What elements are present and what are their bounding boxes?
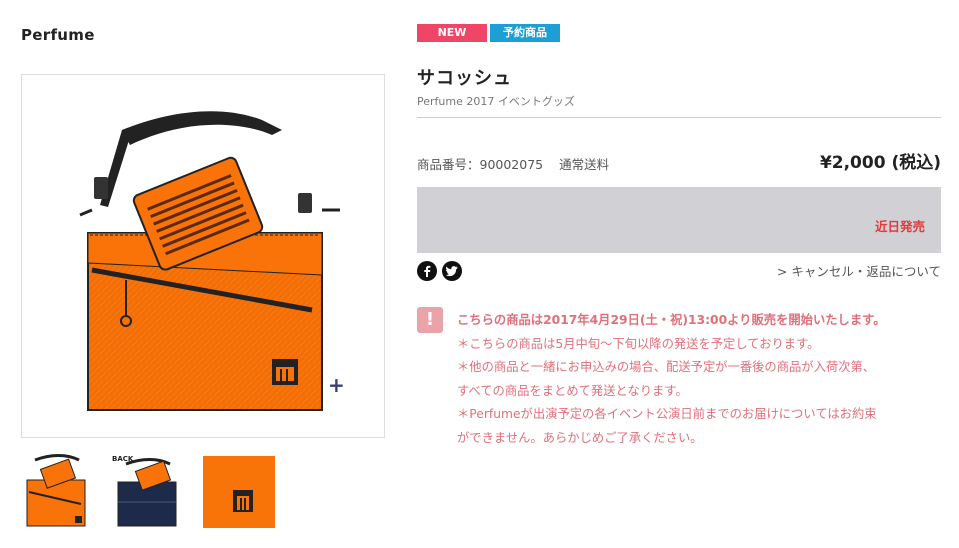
thumbnail-detail[interactable] bbox=[203, 452, 275, 530]
main-product-image[interactable]: + bbox=[21, 74, 385, 438]
thumbnail-front[interactable] bbox=[21, 452, 93, 530]
zoom-plus-icon[interactable]: + bbox=[328, 375, 345, 395]
preorder-badge: 予約商品 bbox=[490, 24, 560, 42]
exclamation-icon: ! bbox=[417, 307, 443, 333]
thumbnail-back[interactable]: BACK bbox=[112, 452, 184, 530]
new-badge: NEW bbox=[417, 24, 487, 42]
brand-name[interactable]: Perfume bbox=[21, 26, 95, 44]
shipping-type: 通常送料 bbox=[559, 157, 610, 172]
notice-line: すべての商品をまとめて発送となります。 bbox=[457, 383, 688, 398]
product-meta: 商品番号：90002075 通常送料 bbox=[417, 154, 625, 173]
thumb-detail-image bbox=[203, 456, 275, 528]
thumb-front-image bbox=[26, 454, 86, 527]
thumb-back-image bbox=[117, 458, 177, 527]
cancel-return-link[interactable]: > キャンセル・返品について bbox=[777, 261, 941, 280]
divider bbox=[417, 117, 941, 118]
notice-line: ＊Perfumeが出演予定の各イベント公演日前までのお届けについてはお約束 bbox=[457, 407, 877, 421]
notice-line: ＊他の商品と一緒にお申込みの場合、配送予定が一番後の商品が入荷次第、 bbox=[457, 360, 876, 374]
twitter-icon[interactable] bbox=[442, 261, 462, 281]
purchase-status-panel: 近日発売 bbox=[417, 187, 941, 253]
facebook-icon[interactable] bbox=[417, 261, 437, 281]
product-title: サコッシュ bbox=[417, 68, 512, 89]
product-price: ¥2,000 (税込) bbox=[819, 153, 941, 173]
product-subtitle: Perfume 2017 イベントグッズ bbox=[417, 95, 575, 108]
notice-line: ＊こちらの商品は5月中旬〜下旬以降の発送を予定しております。 bbox=[457, 336, 820, 351]
thumbnail-strip: BACK bbox=[21, 452, 275, 530]
thumb-back-label: BACK bbox=[112, 455, 134, 463]
release-status: 近日発売 bbox=[874, 219, 925, 234]
notice-headline: こちらの商品は2017年4月29日(土・祝)13:00より販売を開始いたします。 bbox=[457, 313, 886, 327]
share-buttons bbox=[417, 261, 462, 281]
notice-line: ができません。あらかじめご了承ください。 bbox=[457, 430, 703, 445]
product-number: 商品番号：90002075 bbox=[417, 157, 544, 172]
badge-row: NEW 予約商品 bbox=[417, 24, 560, 42]
notice-body: こちらの商品は2017年4月29日(土・祝)13:00より販売を開始いたします。… bbox=[457, 309, 947, 450]
